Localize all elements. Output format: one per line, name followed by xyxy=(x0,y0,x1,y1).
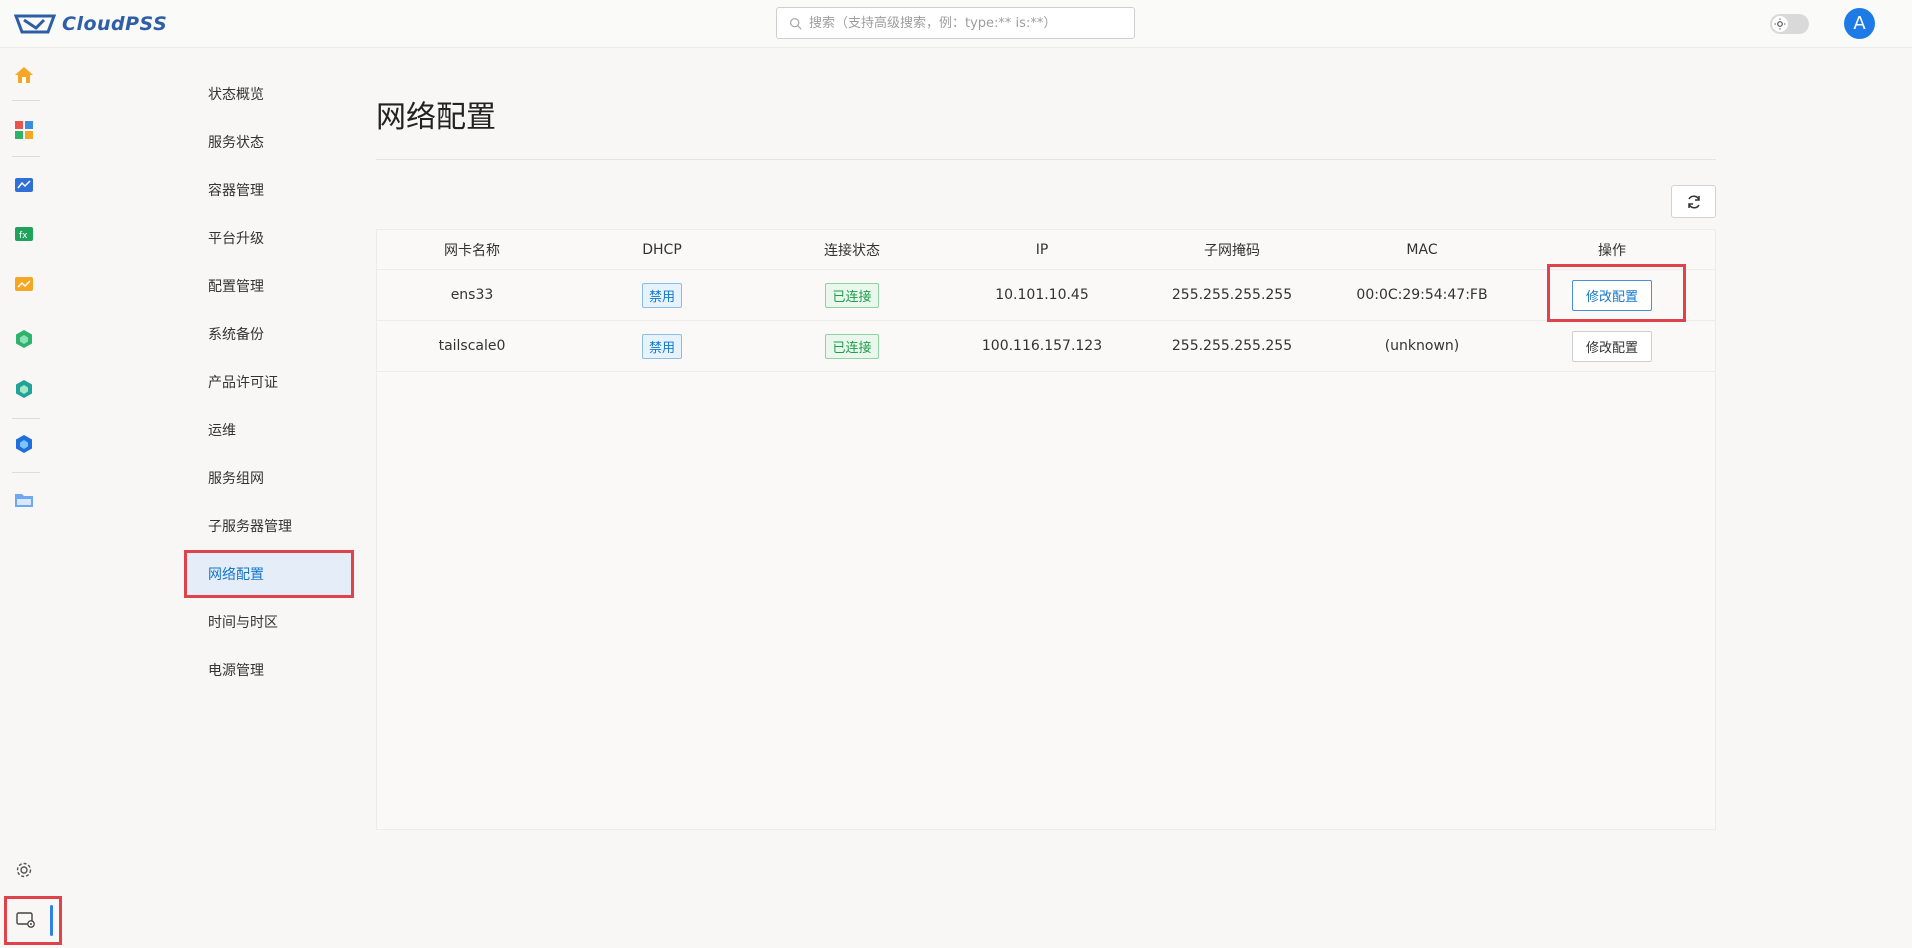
search-icon xyxy=(789,17,802,30)
cell-dhcp: 禁用 xyxy=(567,270,757,320)
theme-toggle[interactable] xyxy=(1770,14,1809,34)
menu-item-2[interactable]: 容器管理 xyxy=(184,166,354,214)
home-icon[interactable] xyxy=(12,63,36,87)
menu-item-1[interactable]: 服务状态 xyxy=(184,118,354,166)
cell-status: 已连接 xyxy=(757,321,947,371)
dhcp-tag: 禁用 xyxy=(641,333,682,359)
hexagon-teal-icon[interactable] xyxy=(12,377,36,401)
hexagon-green-icon[interactable] xyxy=(12,327,36,351)
page-title: 网络配置 xyxy=(376,100,496,135)
table-row: ens33 禁用 已连接 10.101.10.45 255.255.255.25… xyxy=(377,270,1715,321)
cell-name: ens33 xyxy=(450,287,494,303)
menu-item-9[interactable]: 子服务器管理 xyxy=(184,502,354,550)
function-icon[interactable]: fx xyxy=(12,222,36,246)
menu-item-11[interactable]: 时间与时区 xyxy=(184,598,354,646)
menu-item-6[interactable]: 产品许可证 xyxy=(184,358,354,406)
rail-separator xyxy=(12,100,40,101)
edit-config-button[interactable]: 修改配置 xyxy=(1571,330,1652,362)
menu-item-10[interactable]: 网络配置 xyxy=(184,550,354,598)
cell-mask: 255.255.255.255 xyxy=(1171,338,1293,354)
col-header-mac: MAC xyxy=(1406,241,1438,258)
search-box[interactable] xyxy=(776,7,1135,39)
hexagon-blue-icon[interactable] xyxy=(12,432,36,456)
chart-icon[interactable] xyxy=(12,272,36,296)
col-header-dhcp: DHCP xyxy=(642,241,682,258)
rail-separator xyxy=(12,472,40,473)
refresh-icon xyxy=(1687,194,1700,209)
cell-name: tailscale0 xyxy=(438,338,506,354)
menu-item-0[interactable]: 状态概览 xyxy=(184,70,354,118)
rail-separator xyxy=(12,418,40,419)
sun-icon xyxy=(1772,16,1788,32)
rail-active-indicator xyxy=(50,905,53,936)
menu-item-5[interactable]: 系统备份 xyxy=(184,310,354,358)
cell-ip: 10.101.10.45 xyxy=(995,287,1089,303)
network-table: 网卡名称 DHCP 连接状态 IP 子网掩码 MAC 操作 ens33 禁用 已… xyxy=(376,229,1716,830)
col-header-status: 连接状态 xyxy=(824,242,880,259)
logo[interactable]: CloudPSS xyxy=(14,12,167,36)
apps-icon[interactable] xyxy=(12,118,36,142)
cell-action: 修改配置 xyxy=(1517,321,1707,371)
col-header-name: 网卡名称 xyxy=(444,242,500,259)
cell-mac: (unknown) xyxy=(1384,338,1460,354)
menu-item-12[interactable]: 电源管理 xyxy=(184,646,354,694)
status-badge: 已连接 xyxy=(825,282,879,308)
folder-icon[interactable] xyxy=(12,488,36,512)
system-admin-icon[interactable] xyxy=(14,908,38,932)
col-header-ip: IP xyxy=(1035,241,1049,258)
rail-separator xyxy=(12,156,40,157)
status-badge: 已连接 xyxy=(825,333,879,359)
table-header: 网卡名称 DHCP 连接状态 IP 子网掩码 MAC 操作 xyxy=(377,230,1715,270)
monitor-icon[interactable] xyxy=(12,173,36,197)
col-header-mask: 子网掩码 xyxy=(1204,242,1260,259)
menu-item-8[interactable]: 服务组网 xyxy=(184,454,354,502)
menu-item-4[interactable]: 配置管理 xyxy=(184,262,354,310)
highlight-box xyxy=(1547,264,1686,322)
top-bar: CloudPSS A xyxy=(0,0,1912,48)
cell-status: 已连接 xyxy=(757,270,947,320)
svg-text:fx: fx xyxy=(19,231,28,241)
refresh-button[interactable] xyxy=(1671,185,1716,218)
settings-icon[interactable] xyxy=(12,858,36,882)
dhcp-tag: 禁用 xyxy=(641,282,682,308)
cloudpss-logo-icon xyxy=(14,14,56,34)
table-row: tailscale0 禁用 已连接 100.116.157.123 255.25… xyxy=(377,321,1715,372)
logo-text: CloudPSS xyxy=(62,13,168,35)
cell-mac: 00:0C:29:54:47:FB xyxy=(1356,287,1488,303)
search-input[interactable] xyxy=(807,14,1131,32)
cell-dhcp: 禁用 xyxy=(567,321,757,371)
title-divider xyxy=(376,159,1716,160)
cell-mask: 255.255.255.255 xyxy=(1171,287,1293,303)
menu-item-3[interactable]: 平台升级 xyxy=(184,214,354,262)
menu-item-7[interactable]: 运维 xyxy=(184,406,354,454)
user-avatar[interactable]: A xyxy=(1844,8,1875,39)
cell-ip: 100.116.157.123 xyxy=(981,338,1103,354)
